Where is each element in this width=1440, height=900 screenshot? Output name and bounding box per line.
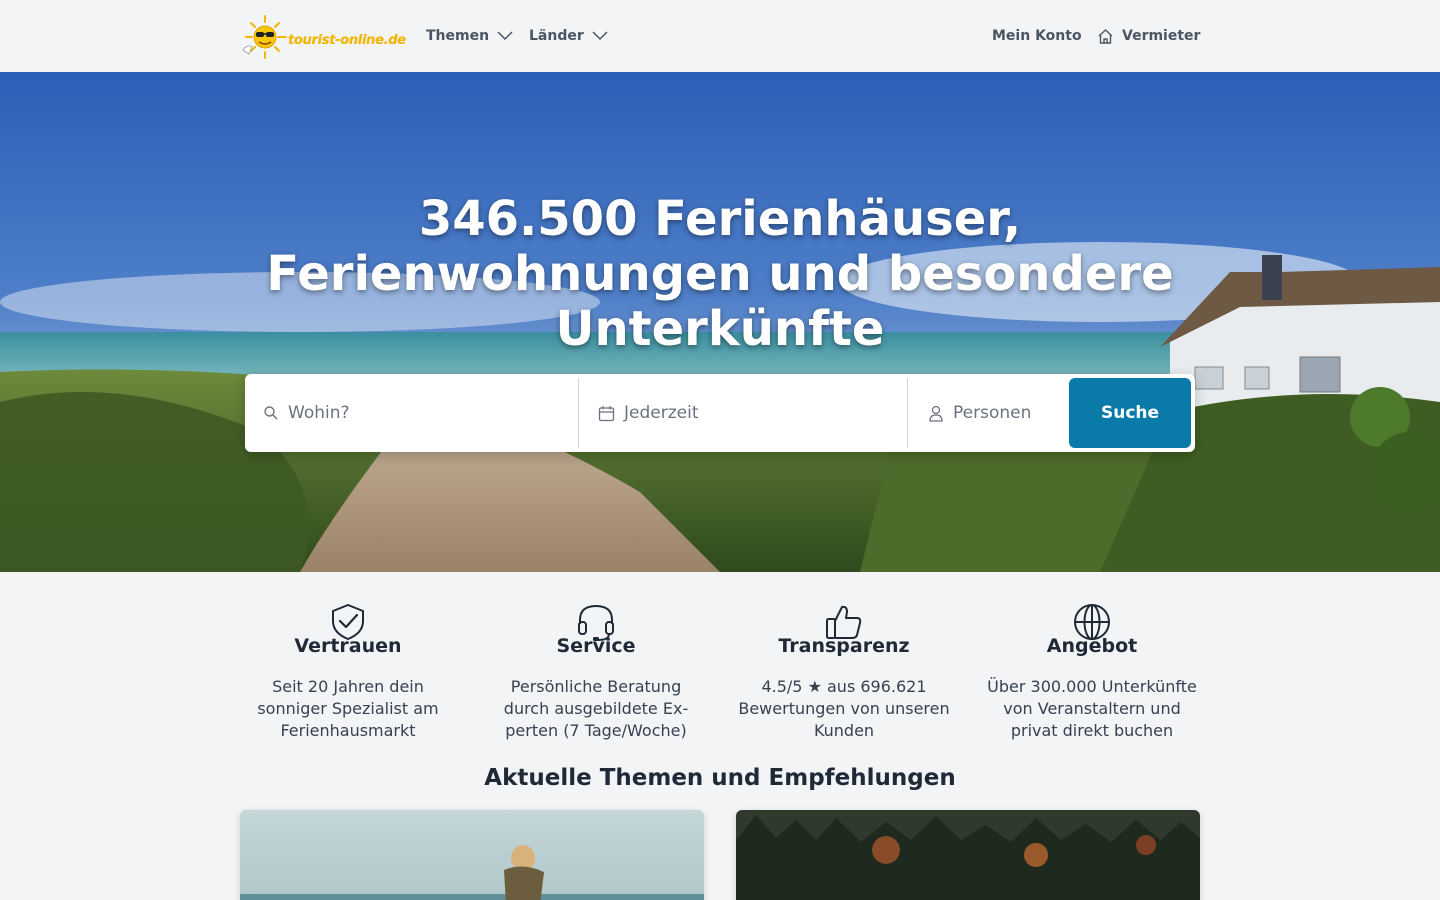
nav-themen-label: Themen [426,28,490,44]
feature-transparenz: Transparenz 4.5/5 ★ aus 696.621 Bewertun… [734,602,954,740]
feature-description: Über 300.000 Unter­künfte von Veranstalt… [987,677,1197,740]
account-label: Mein Konto [992,28,1082,44]
feature-service: Service Persönliche Beratung durch ausge… [486,602,706,740]
feature-description: 4.5/5 ★ aus 696.621 Bewertungen von unse… [738,677,950,740]
feature-angebot: Angebot Über 300.000 Unter­künfte von Ve… [982,602,1202,740]
landlord-label: Vermieter [1122,28,1201,44]
date-placeholder: Jederzeit [624,403,699,423]
calendar-icon [598,405,615,422]
search-divider [907,378,908,448]
search-button[interactable]: Suche [1069,378,1191,448]
site-header: tourist-online.de Themen Länder Mein Kon… [0,0,1440,72]
site-logo[interactable]: tourist-online.de [240,14,412,60]
recommendation-card[interactable] [240,810,704,900]
house-icon [1098,28,1113,44]
persons-placeholder: Personen [953,403,1032,423]
feature-vertrauen: Vertrauen Seit 20 Jahren dein sonniger S… [238,602,458,740]
hero-title: 346.500 Ferienhäuser, Ferienwohnungen un… [266,191,1174,357]
recommendation-card[interactable] [736,810,1200,900]
section-title: Aktuelle Themen und Empfehlungen [484,765,956,791]
landlord-link[interactable]: Vermieter [1097,26,1200,46]
hero-section: 346.500 Ferienhäuser, Ferienwohnungen un… [0,72,1440,572]
destination-input[interactable]: Wohin? [263,378,575,448]
feature-title: Service [556,635,636,657]
feature-description: Persönliche Beratung durch ausgebildete … [503,677,689,740]
destination-placeholder: Wohin? [288,403,350,423]
feature-title: Vertrauen [294,635,402,657]
persons-input[interactable]: Personen [928,378,1068,448]
chevron-down-icon [592,31,608,41]
search-bar: Wohin? Jederzeit Personen Suche [245,374,1195,452]
search-divider [578,378,579,448]
date-input[interactable]: Jederzeit [598,378,908,448]
account-link[interactable]: Mein Konto [992,26,1082,46]
feature-title: Transparenz [778,635,910,657]
sun-logo-icon [240,14,290,60]
search-icon [263,405,279,421]
logo-text: tourist-online.de [288,32,406,48]
feature-title: Angebot [1046,635,1138,657]
nav-laender-label: Länder [529,28,584,44]
chevron-down-icon [497,31,513,41]
person-icon [928,405,944,422]
feature-description: Seit 20 Jahren dein sonniger Spezialist … [257,677,439,740]
nav-themen[interactable]: Themen [426,26,513,46]
nav-laender[interactable]: Länder [529,26,608,46]
card-image [240,810,704,900]
card-image [736,810,1200,900]
